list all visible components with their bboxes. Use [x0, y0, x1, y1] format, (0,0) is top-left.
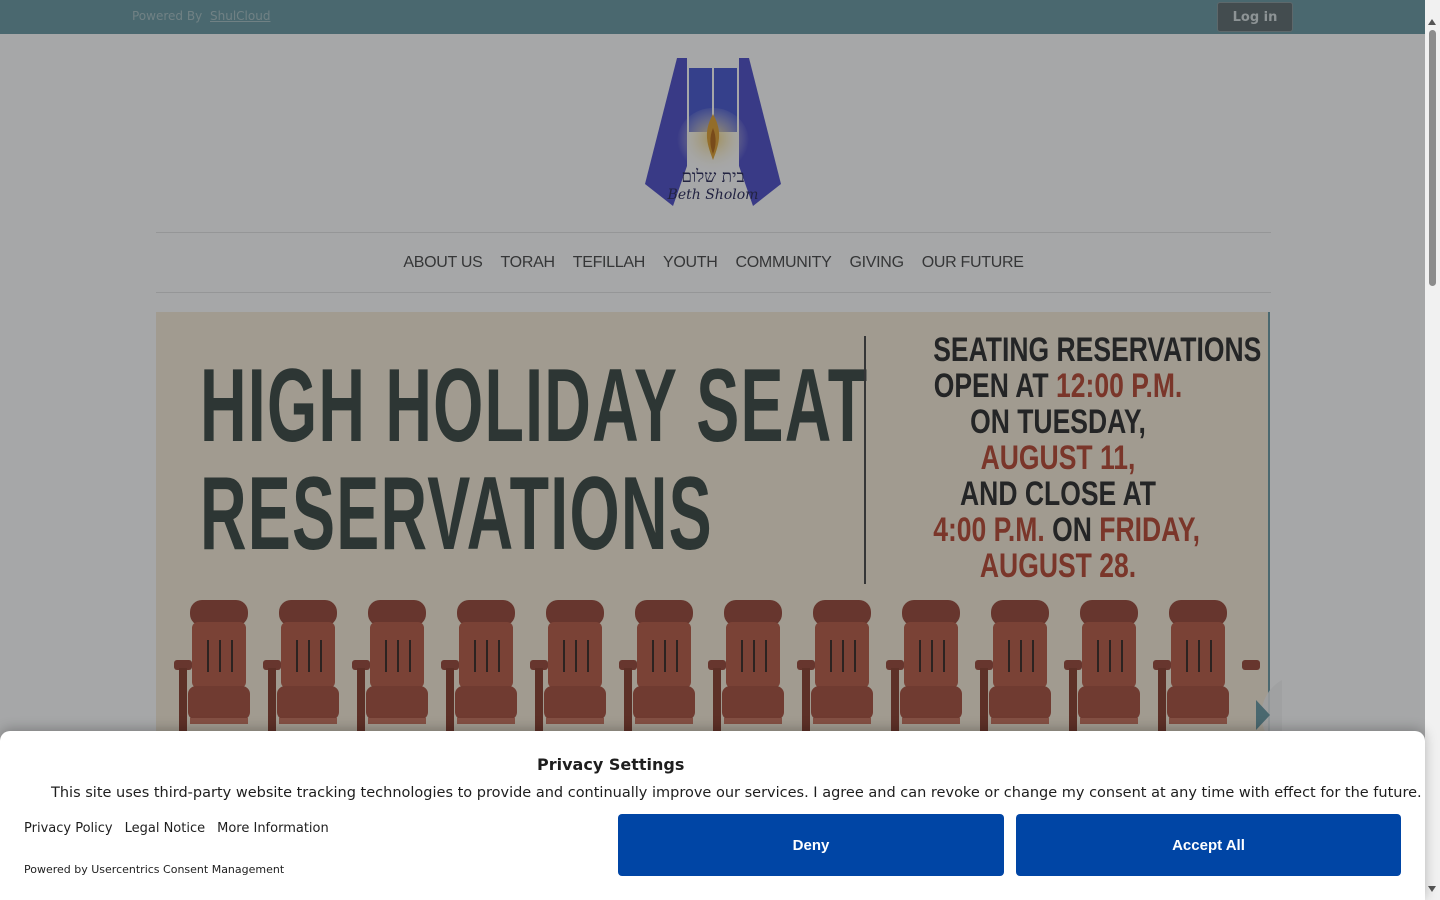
more-information-link[interactable]: More Information: [217, 821, 329, 836]
consent-title: Privacy Settings: [537, 755, 685, 774]
privacy-consent-dialog: Privacy Settings This site uses third-pa…: [0, 731, 1425, 900]
legal-notice-link[interactable]: Legal Notice: [125, 821, 206, 836]
scroll-up-arrow-icon[interactable]: [1428, 19, 1436, 25]
accept-all-button[interactable]: Accept All: [1016, 814, 1401, 876]
consent-powered-by: Powered by Usercentrics Consent Manageme…: [24, 863, 285, 876]
consent-links: Privacy Policy Legal Notice More Informa…: [24, 821, 329, 836]
privacy-policy-link[interactable]: Privacy Policy: [24, 821, 113, 836]
scrollbar-thumb[interactable]: [1429, 30, 1436, 286]
scroll-down-arrow-icon[interactable]: [1428, 886, 1436, 892]
deny-button[interactable]: Deny: [618, 814, 1004, 876]
consent-text: This site uses third-party website track…: [51, 785, 1422, 801]
